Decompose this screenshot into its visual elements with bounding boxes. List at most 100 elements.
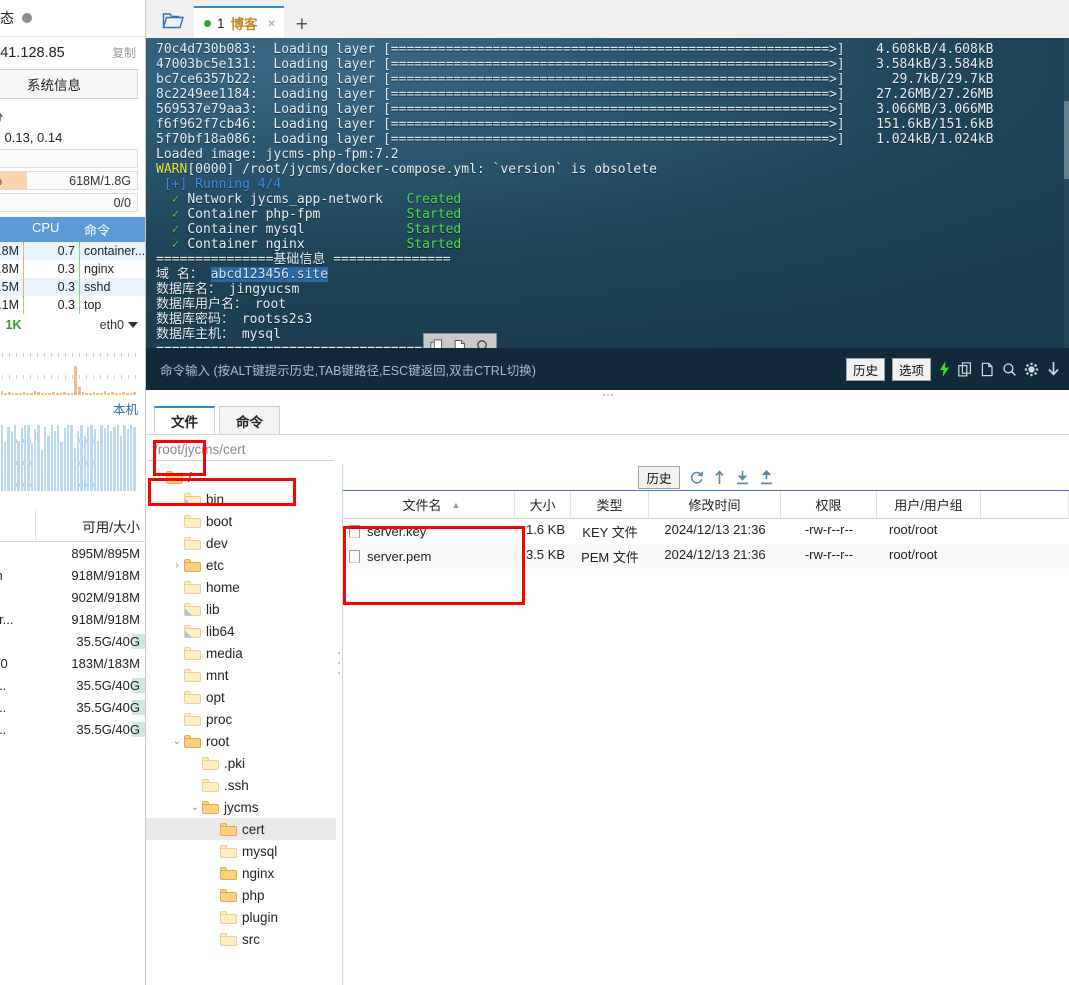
- chevron-icon[interactable]: ⌄: [170, 736, 184, 747]
- tree-node-pki[interactable]: .pki: [146, 752, 336, 774]
- download-icon[interactable]: [735, 470, 750, 485]
- tree-node-nginx[interactable]: nginx: [146, 862, 336, 884]
- terminal-line: [+] Running 4/4: [156, 177, 282, 192]
- file-name-cell[interactable]: server.pem: [343, 544, 515, 569]
- table-row[interactable]: server.pem 3.5 KB PEM 文件 2024/12/13 21:36 -r…: [343, 544, 1069, 569]
- col-header-filename[interactable]: 文件名 ▲: [343, 491, 515, 518]
- tree-node-bin[interactable]: bin: [146, 488, 336, 510]
- tree-node-proc[interactable]: proc: [146, 708, 336, 730]
- col-header-permissions[interactable]: 权限: [781, 491, 877, 518]
- table-row[interactable]: server.key 1.6 KB KEY 文件 2024/12/13 21:36 -r…: [343, 519, 1069, 544]
- download-icon[interactable]: [1046, 361, 1061, 377]
- directory-tree[interactable]: / bin boot dev › etc home lib lib64 media mnt opt pr…: [146, 464, 336, 985]
- table-row[interactable]: 1 902M/918M: [0, 586, 145, 608]
- tree-node-etc[interactable]: › etc: [146, 554, 336, 576]
- table-row[interactable]: 6.5M 0.3 sshd: [0, 278, 145, 296]
- table-row[interactable]: /user/0 183M/183M: [0, 652, 145, 674]
- tree-node-lib64[interactable]: lib64: [146, 620, 336, 642]
- table-row[interactable]: v/shm 918M/918M: [0, 564, 145, 586]
- col-header-path[interactable]: 路径: [0, 510, 36, 541]
- file-checkbox[interactable]: [349, 550, 360, 563]
- chevron-icon[interactable]: ›: [170, 560, 184, 571]
- gear-icon[interactable]: [1024, 362, 1039, 377]
- upload-icon[interactable]: [759, 469, 774, 485]
- panel-splitter[interactable]: [146, 390, 1069, 400]
- terminal-line: Loaded image: jycms-php-fpm:7.2: [156, 147, 399, 162]
- command-input-bar[interactable]: 命令输入 (按ALT键提示历史,TAB键路径,ESC键返回,双击CTRL切换) …: [146, 348, 1069, 390]
- tree-node-cert[interactable]: cert: [146, 818, 336, 840]
- tree-node-mnt[interactable]: mnt: [146, 664, 336, 686]
- tree-node-jycms[interactable]: ⌄ jycms: [146, 796, 336, 818]
- tree-node-php[interactable]: php: [146, 884, 336, 906]
- tab-files[interactable]: 文件: [154, 406, 215, 434]
- file-history-button[interactable]: 历史: [638, 465, 680, 489]
- tree-node-src[interactable]: src: [146, 928, 336, 950]
- refresh-icon[interactable]: [689, 470, 704, 485]
- table-row[interactable]: v 895M/895M: [0, 542, 145, 564]
- tree-node-opt[interactable]: opt: [146, 686, 336, 708]
- col-header-type[interactable]: 类型: [571, 491, 649, 518]
- interface-selector[interactable]: eth0: [100, 318, 138, 332]
- table-row[interactable]: 35.5G/40G: [0, 630, 145, 652]
- table-row[interactable]: /fs/cgr... 918M/918M: [0, 608, 145, 630]
- terminal-history-button[interactable]: 历史: [845, 357, 885, 381]
- table-row[interactable]: 3.8M 0.3 nginx: [0, 260, 145, 278]
- col-header-size[interactable]: 可用/大小: [36, 510, 145, 541]
- tree-node-media[interactable]: media: [146, 642, 336, 664]
- up-arrow-icon[interactable]: [713, 469, 726, 485]
- file-type: KEY 文件: [582, 525, 638, 540]
- col-header-command[interactable]: 命令: [80, 217, 145, 242]
- close-icon[interactable]: ×: [264, 15, 276, 31]
- swap-meter-detail: 0/0: [113, 195, 131, 210]
- path-input[interactable]: [148, 438, 334, 461]
- terminal-line: 8c2249ee1184: Loading layer [===========…: [156, 87, 994, 102]
- process-table: 字 CPU 命令 6.8M 0.7 container... 3.8M 0.3 …: [0, 217, 145, 314]
- chevron-icon[interactable]: ⌄: [188, 802, 202, 813]
- add-tab-icon[interactable]: +: [284, 14, 318, 38]
- copy-icon[interactable]: [958, 361, 973, 377]
- folder-icon: [184, 558, 201, 572]
- open-folder-icon[interactable]: [152, 2, 194, 38]
- file-name-cell[interactable]: server.key: [343, 519, 515, 544]
- disk-path: /fs/cgr...: [0, 611, 14, 627]
- col-header-mtime[interactable]: 修改时间: [649, 491, 781, 518]
- tree-node-dev[interactable]: dev: [146, 532, 336, 554]
- terminal-line: ✓ Container nginx Started: [156, 237, 462, 252]
- disk-size: 35.5G/40G: [36, 721, 145, 737]
- tree-node-root[interactable]: ⌄ root: [146, 730, 336, 752]
- tree-node-home[interactable]: home: [146, 576, 336, 598]
- local-host-label[interactable]: 本机: [113, 399, 138, 418]
- table-row[interactable]: 6.8M 0.7 container...: [0, 242, 145, 260]
- tab-blog[interactable]: 1 博客 ×: [194, 6, 284, 38]
- copy-ip-button[interactable]: 复制: [112, 44, 136, 61]
- tree-node-lib[interactable]: lib: [146, 598, 336, 620]
- col-header-cpu[interactable]: CPU: [24, 217, 80, 242]
- paste-icon[interactable]: [980, 362, 995, 377]
- terminal-line: ✓ Container mysql Started: [156, 222, 462, 237]
- table-row[interactable]: /lib/d... 35.5G/40G: [0, 718, 145, 740]
- tree-node-plugin[interactable]: plugin: [146, 906, 336, 928]
- table-row[interactable]: 3.1M 0.3 top: [0, 296, 145, 314]
- disk-size: 35.5G/40G: [36, 677, 145, 693]
- tree-node-ssh[interactable]: .ssh: [146, 774, 336, 796]
- table-row[interactable]: /lib/d... 35.5G/40G: [0, 696, 145, 718]
- file-checkbox[interactable]: [349, 525, 360, 538]
- search-icon[interactable]: [1002, 362, 1017, 377]
- system-info-button[interactable]: 系统信息: [0, 69, 138, 99]
- col-header-extra[interactable]: [981, 491, 1069, 518]
- tree-node-mysql[interactable]: mysql: [146, 840, 336, 862]
- col-header-size[interactable]: 大小: [515, 491, 571, 518]
- tree-node-[interactable]: /: [146, 466, 336, 488]
- tree-node-label: dev: [206, 535, 228, 551]
- tree-node-boot[interactable]: boot: [146, 510, 336, 532]
- col-header-owner[interactable]: 用户/用户组: [877, 491, 981, 518]
- proc-mem: 3.8M: [0, 260, 24, 278]
- table-row[interactable]: /lib/d... 35.5G/40G: [0, 674, 145, 696]
- tab-number: 1: [217, 15, 225, 31]
- tree-splitter[interactable]: [336, 464, 342, 985]
- terminal-output[interactable]: 70c4d730b083: Loading layer [===========…: [146, 38, 1069, 390]
- terminal-options-button[interactable]: 选项: [891, 357, 931, 381]
- col-header-mem[interactable]: 字: [0, 217, 24, 242]
- tab-commands[interactable]: 命令: [219, 406, 280, 434]
- bolt-icon[interactable]: [938, 361, 951, 377]
